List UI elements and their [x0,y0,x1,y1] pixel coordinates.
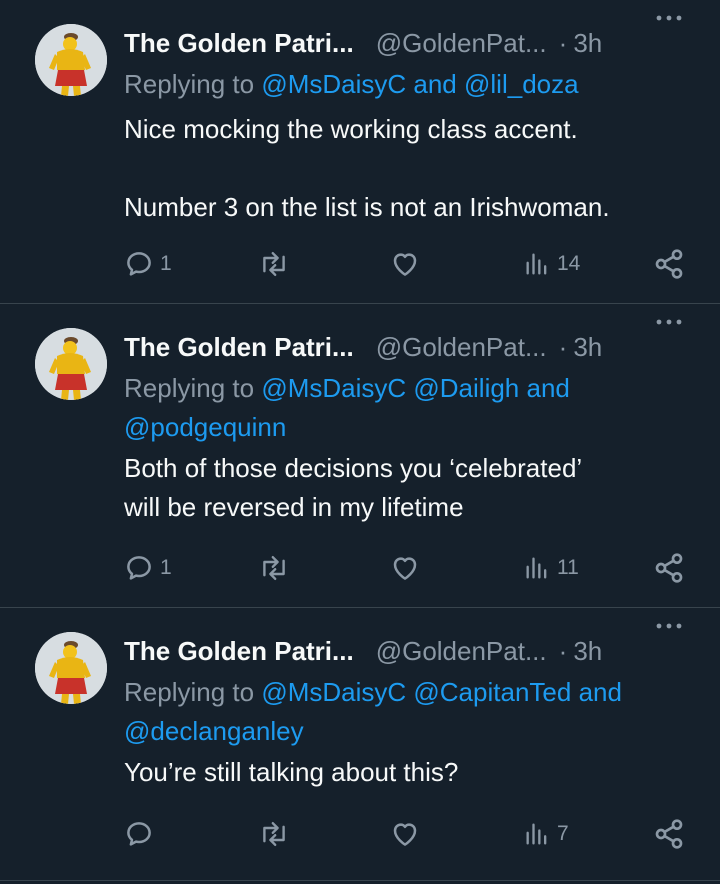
user-handle[interactable]: @GoldenPat... [376,28,547,59]
share-button[interactable] [653,814,685,854]
reply-count: 1 [160,556,172,579]
tweet[interactable]: The Golden Patri... @GoldenPat... · 3h R… [0,608,720,884]
like-button[interactable] [389,814,427,854]
avatar-golden-figure-icon [35,24,107,96]
separator-dot: · [558,635,568,666]
speech-bubble-icon [127,556,151,580]
view-count: 11 [557,556,579,579]
mention-link[interactable]: @CapitanTed [413,677,571,707]
speech-bubble-icon [127,252,151,276]
bar-chart-icon [526,253,547,275]
repost-arrows-icon [263,252,285,276]
more-dots-icon [656,623,682,629]
mention-link[interactable]: @MsDaisyC [261,69,406,99]
replying-to: Replying to @MsDaisyC and @lil_doza [124,65,704,104]
reply-button[interactable]: 1 [124,244,172,284]
timestamp[interactable]: 3h [573,28,602,59]
repost-arrows-icon [263,822,285,847]
timestamp[interactable]: 3h [573,332,602,363]
mention-link[interactable]: @MsDaisyC [261,677,406,707]
avatar-golden-figure-icon [35,328,107,400]
repost-button[interactable] [256,548,298,588]
user-handle[interactable]: @GoldenPat... [376,636,547,667]
more-dots-icon [656,15,682,21]
avatar[interactable] [35,632,107,704]
divider [0,880,720,881]
views-button[interactable]: 11 [523,548,579,588]
more-options-button[interactable] [655,618,683,634]
like-button[interactable] [389,548,427,588]
speech-bubble-icon [127,822,151,846]
heart-icon [393,253,417,276]
like-button[interactable] [389,244,427,284]
mention-link[interactable]: @declanganley [124,716,304,746]
share-nodes-icon [655,819,683,849]
mention-link[interactable]: and [579,677,622,707]
tweet-text: You’re still talking about this? [124,757,459,787]
separator-dot: · [558,331,568,362]
display-name[interactable]: The Golden Patri... [124,28,354,59]
separator-dot: · [558,27,568,58]
mention-link[interactable]: @Dailigh [413,373,519,403]
tweet[interactable]: The Golden Patri... @GoldenPat... · 3h R… [0,304,720,608]
share-button[interactable] [653,244,685,284]
tweet-text: Both of those decisions you ‘celebrated’… [124,453,583,522]
display-name[interactable]: The Golden Patri... [124,636,354,667]
repost-button[interactable] [256,814,298,854]
heart-icon [393,557,417,580]
action-bar: 1 14 [0,244,720,284]
timestamp[interactable]: 3h [573,636,602,667]
replying-to: Replying to @MsDaisyC @Dailigh and @podg… [124,369,704,447]
share-button[interactable] [653,548,685,588]
user-handle[interactable]: @GoldenPat... [376,332,547,363]
repost-button[interactable] [256,244,298,284]
avatar[interactable] [35,328,107,400]
replying-prefix: Replying to [124,677,255,707]
more-dots-icon [656,319,682,325]
mention-link[interactable]: and [527,373,570,403]
views-button[interactable]: 7 [523,814,569,854]
bar-chart-icon [526,823,547,845]
heart-icon [393,823,417,846]
reply-button[interactable] [124,814,160,854]
mention-link[interactable]: and [413,69,456,99]
mention-link[interactable]: @podgequinn [124,412,286,442]
action-bar: 1 11 [0,548,720,588]
repost-arrows-icon [263,556,285,581]
bar-chart-icon [526,557,547,579]
view-count: 14 [557,252,581,275]
avatar-golden-figure-icon [35,632,107,704]
replying-to: Replying to @MsDaisyC @CapitanTed and @d… [124,673,704,751]
replying-prefix: Replying to [124,373,255,403]
replying-prefix: Replying to [124,69,255,99]
more-options-button[interactable] [655,314,683,330]
share-nodes-icon [655,249,683,279]
view-count: 7 [557,822,569,845]
tweet[interactable]: The Golden Patri... @GoldenPat... · 3h R… [0,0,720,304]
display-name[interactable]: The Golden Patri... [124,332,354,363]
reply-button[interactable]: 1 [124,548,172,588]
avatar[interactable] [35,24,107,96]
more-options-button[interactable] [655,10,683,26]
action-bar: 7 [0,814,720,854]
reply-count: 1 [160,252,172,275]
tweet-text: Nice mocking the working class accent. N… [124,114,610,222]
mention-link[interactable]: @lil_doza [464,69,579,99]
views-button[interactable]: 14 [523,244,580,284]
mention-link[interactable]: @MsDaisyC [261,373,406,403]
share-nodes-icon [655,553,683,583]
